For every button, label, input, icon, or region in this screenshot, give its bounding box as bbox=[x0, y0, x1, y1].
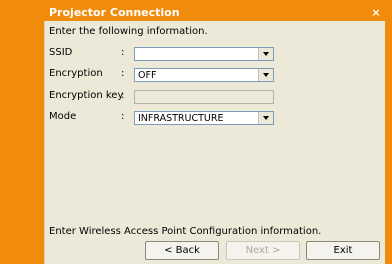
instruction-text: Enter the following information. bbox=[49, 26, 208, 37]
mode-select[interactable]: INFRASTRUCTURE bbox=[134, 111, 274, 125]
mode-colon: : bbox=[121, 111, 125, 122]
window-title: Projector Connection bbox=[49, 6, 180, 19]
chevron-down-icon bbox=[263, 116, 269, 120]
ssid-combo[interactable] bbox=[134, 47, 274, 61]
encryption-key-label: Encryption key bbox=[49, 90, 124, 101]
mode-label: Mode bbox=[49, 111, 77, 122]
encryption-label: Encryption bbox=[49, 68, 103, 79]
mode-value: INFRASTRUCTURE bbox=[138, 113, 224, 124]
close-icon[interactable]: × bbox=[369, 6, 383, 20]
ssid-label: SSID bbox=[49, 47, 73, 58]
back-button[interactable]: < Back bbox=[145, 241, 219, 260]
encryption-dropdown-button[interactable] bbox=[258, 69, 273, 81]
chevron-down-icon bbox=[263, 52, 269, 56]
mode-dropdown-button[interactable] bbox=[258, 112, 273, 124]
encryption-colon: : bbox=[121, 68, 125, 79]
encryption-select[interactable]: OFF bbox=[134, 68, 274, 82]
encryption-value: OFF bbox=[138, 70, 157, 81]
ssid-dropdown-button[interactable] bbox=[258, 48, 273, 60]
ssid-colon: : bbox=[121, 47, 125, 58]
dialog-panel: Projector Connection × Enter the followi… bbox=[44, 5, 385, 264]
next-button[interactable]: Next > bbox=[226, 241, 300, 260]
encryption-key-input bbox=[134, 90, 274, 104]
exit-button[interactable]: Exit bbox=[306, 241, 380, 260]
projector-connection-window: Projector Connection × Enter the followi… bbox=[0, 0, 392, 264]
title-bar: Projector Connection × bbox=[44, 5, 385, 21]
encryption-key-colon: : bbox=[121, 90, 125, 101]
footer-hint: Enter Wireless Access Point Configuratio… bbox=[49, 226, 322, 237]
chevron-down-icon bbox=[263, 73, 269, 77]
